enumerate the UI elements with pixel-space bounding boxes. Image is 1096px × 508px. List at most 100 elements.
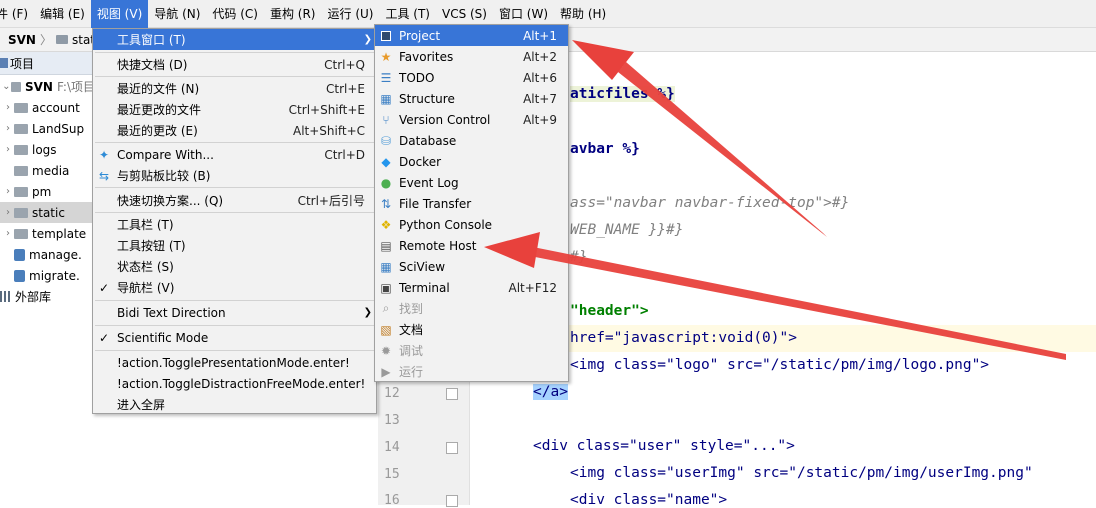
submenu-item-python-console[interactable]: ❖ Python Console — [375, 214, 568, 235]
submenu-item-todo[interactable]: ☰ TODO Alt+6 — [375, 67, 568, 88]
tree-item-label: manage. — [29, 247, 82, 262]
menu-file[interactable]: 件 (F) — [0, 0, 34, 28]
line-number: 12 — [384, 386, 400, 401]
todo-icon: ☰ — [380, 70, 392, 85]
menu-item-recent-changes[interactable]: 最近的更改 (E) Alt+Shift+C — [93, 120, 376, 141]
fold-marker-icon[interactable] — [446, 442, 458, 454]
file-transfer-icon: ⇅ — [380, 196, 392, 211]
submenu-item-terminal[interactable]: ▣ Terminal Alt+F12 — [375, 277, 568, 298]
code-line: "header"> — [570, 303, 649, 319]
code-line: aticfiles %} — [570, 86, 675, 102]
tree-item-label: pm — [32, 184, 52, 199]
folder-icon — [14, 123, 28, 134]
folder-icon — [14, 186, 28, 197]
submenu-item-version-control[interactable]: ⑂ Version Control Alt+9 — [375, 109, 568, 130]
chevron-right-icon[interactable]: › — [2, 228, 14, 239]
chevron-right-icon[interactable]: › — [2, 102, 14, 113]
line-number: 14 — [384, 440, 400, 455]
menu-item-compare-with[interactable]: ✦ Compare With... Ctrl+D — [93, 144, 376, 165]
project-icon — [0, 58, 8, 68]
fold-marker-icon[interactable] — [446, 388, 458, 400]
submenu-item-event-log[interactable]: ● Event Log — [375, 172, 568, 193]
fold-marker-icon[interactable] — [446, 495, 458, 507]
tree-item-logs[interactable]: › logs — [0, 139, 95, 160]
menu-run[interactable]: 运行 (U) — [322, 0, 380, 28]
menu-item-tool-windows[interactable]: 工具窗口 (T) ❯ — [93, 29, 376, 50]
menu-item-toolbar[interactable]: 工具栏 (T) — [93, 214, 376, 235]
project-panel-title: 项目 — [10, 56, 35, 71]
submenu-item-file-transfer[interactable]: ⇅ File Transfer — [375, 193, 568, 214]
folder-icon — [14, 228, 28, 239]
line-number: 15 — [384, 467, 400, 482]
menu-view[interactable]: 视图 (V) — [90, 0, 149, 28]
docker-icon: ◆ — [381, 154, 391, 169]
code-line: WEB_NAME }}#} — [570, 222, 684, 238]
chevron-right-icon[interactable]: › — [2, 144, 14, 155]
chevron-right-icon[interactable]: › — [2, 186, 14, 197]
tree-item-pm[interactable]: › pm — [0, 181, 95, 202]
menu-item-compare-clipboard[interactable]: ⇆ 与剪贴板比较 (B) — [93, 165, 376, 186]
menu-item-recent-files[interactable]: 最近的文件 (N) Ctrl+E — [93, 78, 376, 99]
submenu-item-database[interactable]: ⛁ Database — [375, 130, 568, 151]
submenu-item-favorites[interactable]: ★ Favorites Alt+2 — [375, 46, 568, 67]
tree-item-templates[interactable]: › template — [0, 223, 95, 244]
chevron-right-icon[interactable]: › — [2, 123, 14, 134]
breadcrumb-project[interactable]: SVN — [8, 33, 36, 47]
menu-navigate[interactable]: 导航 (N) — [148, 0, 206, 28]
tree-item-label: static — [32, 205, 65, 220]
checkmark-icon: ✓ — [99, 280, 110, 295]
project-icon — [379, 29, 393, 43]
tree-item-landsup[interactable]: › LandSup — [0, 118, 95, 139]
python-icon: ❖ — [380, 217, 392, 232]
submenu-item-project[interactable]: Project Alt+1 — [375, 25, 568, 46]
menu-item-quick-doc[interactable]: 快捷文档 (D) Ctrl+Q — [93, 54, 376, 75]
submenu-item-documentation[interactable]: ▧ 文档 — [375, 319, 568, 340]
tree-item-external-libraries[interactable]: 外部库 — [0, 286, 95, 307]
tree-item-label: account — [32, 100, 80, 115]
tree-item-media[interactable]: media — [0, 160, 95, 181]
menu-item-scientific-mode[interactable]: ✓ Scientific Mode — [93, 327, 376, 348]
code-line: href="javascript:void(0)"> — [570, 330, 797, 346]
menu-item-quick-switch-scheme[interactable]: 快速切换方案... (Q) Ctrl+后引号 — [93, 190, 376, 211]
submenu-item-docker[interactable]: ◆ Docker — [375, 151, 568, 172]
tree-item-label: LandSup — [32, 121, 85, 136]
menu-item-distraction-free-mode[interactable]: !action.ToggleDistractionFreeMode.enter! — [93, 373, 376, 394]
tree-item-static[interactable]: › static — [0, 202, 95, 223]
project-panel-header[interactable]: 项目 — [0, 52, 95, 75]
compare-icon: ✦ — [98, 147, 110, 162]
menu-item-bidi-text-direction[interactable]: Bidi Text Direction ❯ — [93, 302, 376, 323]
branch-icon: ⑂ — [382, 112, 390, 127]
chevron-down-icon[interactable]: ⌄ — [2, 81, 11, 92]
menu-item-recently-changed[interactable]: 最近更改的文件 Ctrl+Shift+E — [93, 99, 376, 120]
menu-edit[interactable]: 编辑 (E) — [34, 0, 91, 28]
code-line: avbar %} — [570, 141, 640, 157]
folder-icon — [56, 35, 68, 44]
code-line: ass="navbar navbar-fixed-top">#} — [570, 195, 850, 211]
code-line: <div class="user" style="..."> — [533, 438, 795, 454]
menu-refactor[interactable]: 重构 (R) — [264, 0, 322, 28]
chevron-right-icon[interactable]: › — [2, 207, 14, 218]
tree-root[interactable]: ⌄ SVN F:\项目 — [0, 76, 95, 97]
submenu-item-structure[interactable]: ▦ Structure Alt+7 — [375, 88, 568, 109]
submenu-item-run: ▶ 运行 — [375, 361, 568, 382]
code-line: #} — [570, 249, 588, 265]
menu-item-status-bar[interactable]: 状态栏 (S) — [93, 256, 376, 277]
code-line: <img class="logo" src="/static/pm/img/lo… — [570, 357, 990, 373]
tree-item-manage[interactable]: manage. — [0, 244, 95, 265]
menu-item-tool-buttons[interactable]: 工具按钮 (T) — [93, 235, 376, 256]
menu-item-navigation-bar[interactable]: ✓ 导航栏 (V) — [93, 277, 376, 298]
submenu-item-remote-host[interactable]: ▤ Remote Host — [375, 235, 568, 256]
menu-code[interactable]: 代码 (C) — [206, 0, 264, 28]
remote-host-icon: ▤ — [380, 238, 392, 253]
python-file-icon — [14, 248, 25, 261]
menu-item-full-screen[interactable]: 进入全屏 — [93, 394, 376, 415]
line-number: 13 — [384, 413, 400, 428]
tree-item-label: migrate. — [29, 268, 80, 283]
tree-item-migrate[interactable]: migrate. — [0, 265, 95, 286]
menu-item-presentation-mode[interactable]: !action.TogglePresentationMode.enter! — [93, 352, 376, 373]
folder-icon — [14, 165, 28, 176]
submenu-item-sciview[interactable]: ▦ SciView — [375, 256, 568, 277]
submenu-arrow-icon: ❯ — [363, 34, 372, 45]
tree-item-account[interactable]: › account — [0, 97, 95, 118]
event-log-icon: ● — [380, 175, 392, 190]
